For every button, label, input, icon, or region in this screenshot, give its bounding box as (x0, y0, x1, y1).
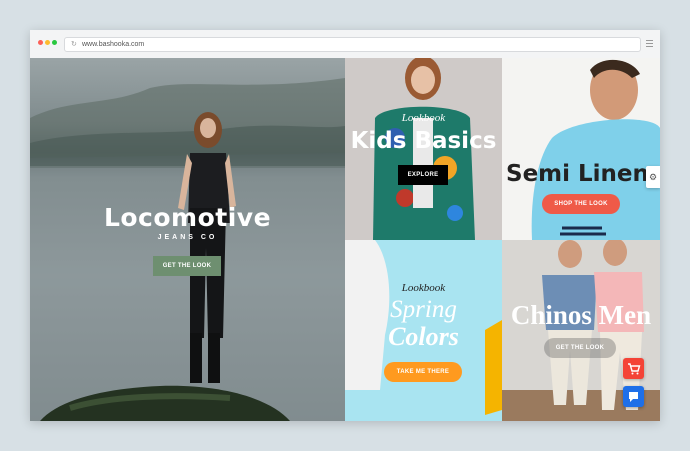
chat-icon[interactable] (623, 386, 644, 407)
reload-icon[interactable]: ↻ (71, 38, 77, 51)
semi-linen-panel[interactable]: Semi Linen SHOP THE LOOK ⚙ (502, 58, 660, 240)
semi-linen-title: Semi Linen (506, 161, 649, 187)
browser-window: ↻ www.bashooka.com Locomotive JEANS CO G… (30, 30, 660, 421)
explore-button[interactable]: EXPLORE (398, 165, 448, 185)
take-me-there-button[interactable]: TAKE ME THERE (384, 362, 462, 382)
shop-the-look-button[interactable]: SHOP THE LOOK (542, 194, 620, 214)
locomotive-subtitle: JEANS CO (157, 234, 218, 241)
spring-title-line2: Colors (388, 322, 459, 351)
menu-icon[interactable] (646, 40, 653, 49)
locomotive-panel[interactable]: Locomotive JEANS CO GET THE LOOK (30, 58, 345, 421)
address-bar[interactable]: ↻ www.bashooka.com (64, 37, 641, 52)
maximize-dot[interactable] (52, 40, 57, 45)
chinos-get-the-look-button[interactable]: GET THE LOOK (544, 338, 616, 358)
kids-title: Kids Basics (350, 128, 497, 154)
browser-toolbar: ↻ www.bashooka.com (30, 30, 660, 59)
locomotive-title: Locomotive (103, 203, 272, 232)
cart-icon[interactable] (623, 358, 644, 379)
minimize-dot[interactable] (45, 40, 50, 45)
kids-kicker: Lookbook (401, 112, 446, 124)
spring-title-line1: Spring (390, 296, 457, 323)
url-text: www.bashooka.com (82, 41, 145, 48)
spring-kicker: Lookbook (401, 282, 446, 294)
kids-basics-panel[interactable]: Lookbook Kids Basics EXPLORE (345, 58, 502, 240)
chinos-men-panel[interactable]: Chinos Men GET THE LOOK (502, 240, 660, 421)
close-dot[interactable] (38, 40, 43, 45)
get-the-look-button[interactable]: GET THE LOOK (153, 256, 221, 276)
gear-icon[interactable]: ⚙ (646, 166, 660, 188)
spring-colors-panel[interactable]: Lookbook Spring Colors TAKE ME THERE (345, 240, 502, 421)
chinos-title: Chinos Men (510, 300, 652, 330)
